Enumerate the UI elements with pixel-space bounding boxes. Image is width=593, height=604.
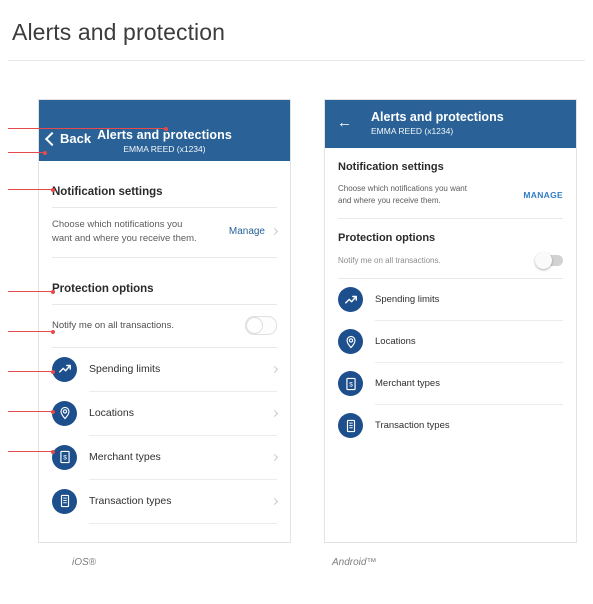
chevron-right-icon <box>270 365 279 373</box>
android-option-label: Spending limits <box>375 294 440 305</box>
ios-option-label: Merchant types <box>89 451 161 464</box>
svg-text:$: $ <box>349 381 353 388</box>
trending-up-icon <box>52 356 77 382</box>
ios-caption: iOS® <box>72 557 97 568</box>
receipt-dollar-icon: $ <box>52 444 77 470</box>
callout-dot <box>51 329 55 334</box>
android-option-transaction-types[interactable]: Transaction types <box>338 405 563 446</box>
ios-header: Back Alerts and protections EMMA REED (x… <box>39 100 290 161</box>
android-notify-toggle-row[interactable]: Notify me on all transactions. <box>338 244 563 278</box>
ios-notification-row[interactable]: Choose which notifications you want and … <box>52 208 279 257</box>
android-content: Notification settings Choose which notif… <box>325 161 576 446</box>
ios-header-titles: Alerts and protections EMMA REED (x1234) <box>39 128 290 154</box>
android-protection-heading: Protection options <box>338 232 436 244</box>
callout-dot <box>51 409 55 414</box>
android-back-button[interactable]: ← <box>337 115 352 130</box>
android-option-spending-limits[interactable]: Spending limits <box>338 279 563 320</box>
building-icon <box>52 488 77 514</box>
callout-dot <box>43 150 47 155</box>
callout-line <box>8 331 53 332</box>
chevron-right-icon <box>270 228 279 236</box>
chevron-right-icon <box>270 453 279 461</box>
android-notification-description: Choose which notifications you want and … <box>338 184 467 205</box>
ios-option-locations[interactable]: Locations <box>52 392 279 435</box>
divider <box>338 218 563 219</box>
android-manage-link[interactable]: MANAGE <box>523 190 563 200</box>
android-manage-label: MANAGE <box>523 190 563 200</box>
callout-line <box>8 291 53 292</box>
ios-content: Notification settings Choose which notif… <box>39 186 290 524</box>
ios-manage-link[interactable]: Manage <box>228 226 279 238</box>
android-caption: Android™ <box>332 557 377 568</box>
callout-dot <box>51 187 55 192</box>
callout-dot <box>51 449 55 454</box>
divider <box>89 522 277 524</box>
android-option-locations[interactable]: Locations <box>338 321 563 362</box>
location-pin-icon <box>338 329 363 354</box>
ios-option-spending-limits[interactable]: Spending limits <box>52 348 279 391</box>
android-option-label: Merchant types <box>375 378 440 389</box>
android-option-label: Transaction types <box>375 420 450 431</box>
android-header-subtitle: EMMA REED (x1234) <box>371 126 454 136</box>
receipt-dollar-icon: $ <box>338 371 363 396</box>
page-title: Alerts and protection <box>12 19 226 45</box>
divider <box>52 256 277 258</box>
android-header-titles: Alerts and protections EMMA REED (x1234) <box>371 110 504 136</box>
trending-up-icon <box>338 287 363 312</box>
ios-option-merchant-types[interactable]: $ Merchant types <box>52 436 279 479</box>
ios-header-subtitle: EMMA REED (x1234) <box>123 144 206 154</box>
callout-line <box>8 411 53 412</box>
android-notify-toggle-label: Notify me on all transactions. <box>338 256 441 265</box>
callout-dot <box>51 289 55 294</box>
ios-option-label: Locations <box>89 407 134 420</box>
ios-option-transaction-types[interactable]: Transaction types <box>52 480 279 523</box>
android-option-label: Locations <box>375 336 416 347</box>
android-option-merchant-types[interactable]: $ Merchant types <box>338 363 563 404</box>
callout-line <box>8 189 53 190</box>
chevron-right-icon <box>270 409 279 417</box>
ios-phone-mockup: Back Alerts and protections EMMA REED (x… <box>38 99 291 543</box>
ios-notification-heading: Notification settings <box>52 186 163 198</box>
building-icon <box>338 413 363 438</box>
ios-protection-heading: Protection options <box>52 282 154 295</box>
android-notification-heading: Notification settings <box>338 161 444 173</box>
ios-notify-toggle-row[interactable]: Notify me on all transactions. <box>52 305 277 347</box>
android-notification-row[interactable]: Choose which notifications you want and … <box>338 173 563 218</box>
android-notify-toggle-switch[interactable] <box>535 252 563 269</box>
ios-notify-toggle-label: Notify me on all transactions. <box>52 319 174 331</box>
ios-option-label: Spending limits <box>89 363 161 376</box>
ios-notify-toggle-switch[interactable] <box>245 315 277 335</box>
callout-line <box>8 128 166 129</box>
chevron-right-icon <box>270 497 279 505</box>
ios-manage-label: Manage <box>228 226 265 238</box>
callout-line <box>8 451 53 452</box>
ios-option-label: Transaction types <box>89 495 172 508</box>
callout-dot <box>164 126 168 131</box>
ios-notification-description: Choose which notifications you want and … <box>52 219 197 244</box>
svg-text:$: $ <box>63 454 67 461</box>
location-pin-icon <box>52 400 77 426</box>
android-header: ← Alerts and protections EMMA REED (x123… <box>325 100 576 148</box>
android-header-title: Alerts and protections <box>371 110 504 124</box>
callout-line <box>8 371 53 372</box>
callout-line <box>8 152 45 153</box>
callout-dot <box>51 369 55 374</box>
android-phone-mockup: ← Alerts and protections EMMA REED (x123… <box>324 99 577 543</box>
title-divider <box>8 60 585 61</box>
